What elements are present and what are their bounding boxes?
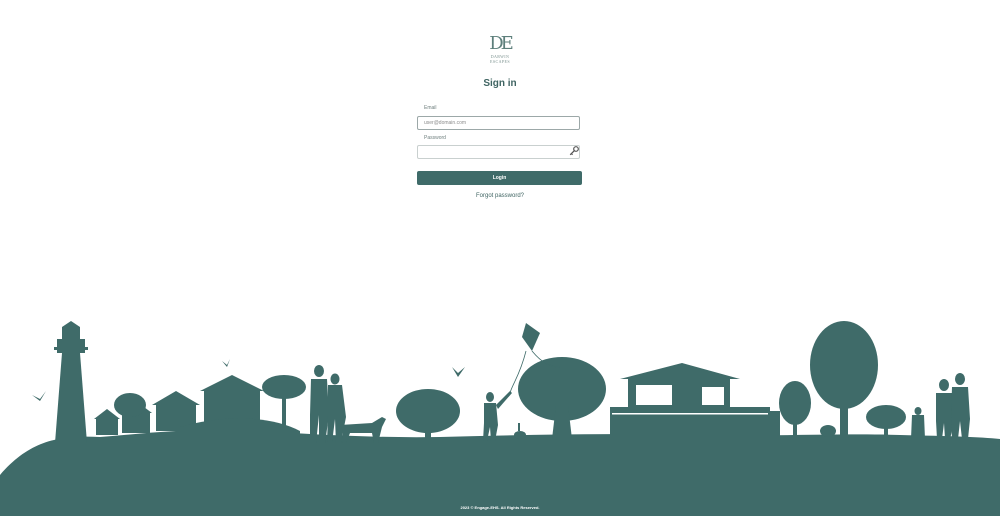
key-icon[interactable] <box>569 146 579 156</box>
forgot-password-link[interactable]: Forgot password? <box>0 193 1000 199</box>
email-field[interactable] <box>417 116 580 130</box>
sign-in-page: DE DARWIN ESCAPES Sign in Email Password… <box>0 0 1000 516</box>
logo-mark: DE <box>489 33 514 54</box>
logo-name-line2: ESCAPES <box>490 59 510 64</box>
email-label: Email <box>424 105 437 111</box>
login-button[interactable]: Login <box>417 171 582 185</box>
password-label: Password <box>424 135 446 141</box>
landscape-silhouette <box>0 321 1000 516</box>
page-title: Sign in <box>483 78 517 89</box>
copyright-footer: 2023 © Engage-EHS. All Rights Reserved. <box>460 505 540 510</box>
password-field[interactable] <box>417 145 580 159</box>
brand-logo: DE DARWIN ESCAPES <box>486 33 514 65</box>
